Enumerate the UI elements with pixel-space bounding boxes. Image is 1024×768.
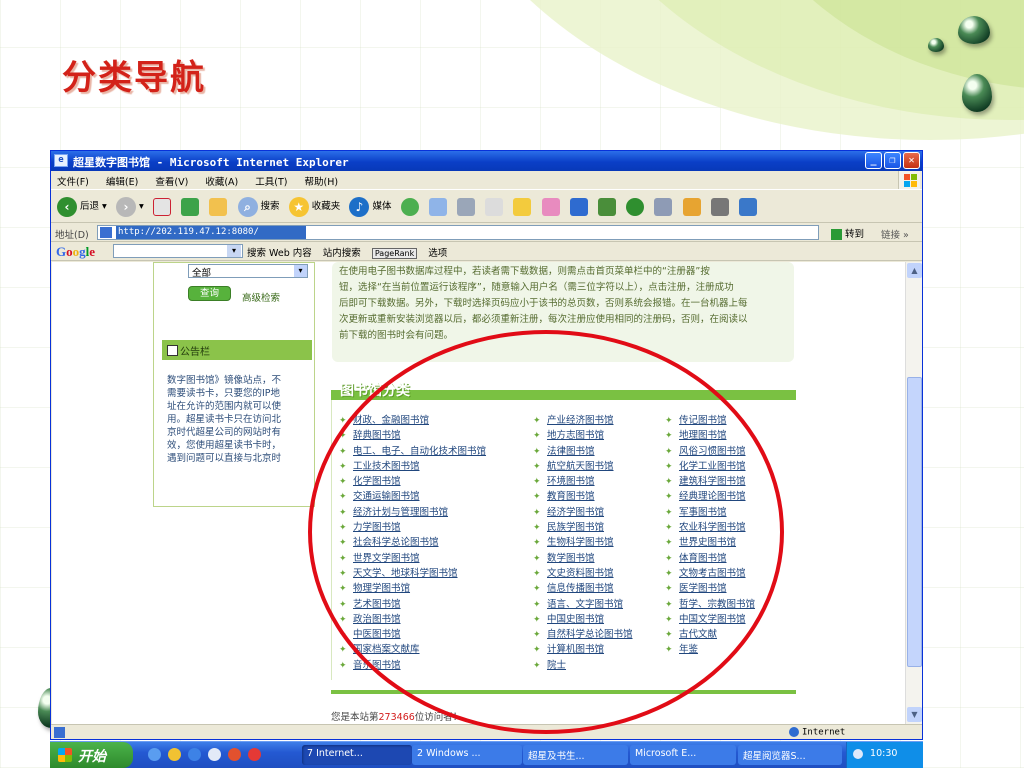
media-icon: ♪ [349,196,370,217]
taskbar-item[interactable]: 2 Windows ... [412,745,522,765]
document-icon[interactable] [710,198,729,216]
taskbar-item[interactable]: 7 Internet... [302,745,412,765]
print-icon[interactable] [457,198,476,216]
vertical-scrollbar[interactable]: ▲ ▼ [905,262,922,724]
links-label[interactable]: 链接 » [881,227,909,241]
stop-icon[interactable] [152,198,171,216]
favorites-button[interactable]: ★ 收藏夹 [288,196,341,218]
scroll-down-icon[interactable]: ▼ [907,707,922,722]
menu-edit[interactable]: 编辑(E) [106,177,138,188]
plugin-icon[interactable] [654,198,673,216]
standard-toolbar: ‹ 后退 ▾ › ▾ ⌕ 搜索 ★ 收藏夹 ♪ 媒体 [51,189,922,223]
qq-quicklaunch-icon[interactable] [168,748,182,761]
google-options[interactable]: 选项 [428,248,447,259]
counter-prefix: 您是本站第 [331,712,379,723]
go-button[interactable]: 转到 [831,226,864,240]
edit-icon[interactable] [485,198,504,216]
media-quicklaunch-icon[interactable] [188,748,202,761]
taskbar-item[interactable]: Microsoft E... [630,745,736,765]
favorites-label: 收藏夹 [311,201,341,212]
address-input[interactable]: http://202.119.47.12:8080/ [97,225,819,240]
search-scope-select[interactable]: 全部 ▾ [188,264,308,279]
menu-view[interactable]: 查看(V) [155,177,188,188]
page-icon [100,227,112,238]
close-button[interactable]: ✕ [903,152,920,169]
windows-logo-icon [898,171,920,189]
advanced-search-link[interactable]: 高级检索 [242,290,280,304]
taskbar-item[interactable]: 超星及书生... [523,745,628,765]
folder-icon[interactable] [513,198,532,216]
minimize-button[interactable]: _ [865,152,882,169]
messenger-icon[interactable] [541,198,560,216]
google-toolbar: Google ▾ 搜索 Web 内容 站内搜索 PageRank 选项 [51,242,922,261]
address-label: 地址(D) [55,230,89,241]
chevron-down-icon: ▾ [294,265,307,277]
tool-icon[interactable] [597,198,616,216]
water-drop-decoration [958,16,990,44]
menu-file[interactable]: 文件(F) [57,177,89,188]
pagerank-indicator: PageRank [371,248,418,259]
search-scope-value: 全部 [192,268,212,279]
refresh-icon[interactable] [181,198,200,216]
water-drop-decoration [928,38,944,52]
search-button[interactable]: ⌕ 搜索 [237,196,280,218]
player-quicklaunch-icon[interactable] [208,748,222,761]
window-title: 超星数字图书馆 - Microsoft Internet Explorer [73,156,349,169]
back-arrow-icon: ‹ [57,196,77,217]
google-search-web[interactable]: 搜索 Web 内容 [247,248,312,259]
star-icon: ★ [288,196,309,217]
qq-icon[interactable] [682,198,701,216]
address-url[interactable]: http://202.119.47.12:8080/ [116,226,306,239]
home-icon[interactable] [209,198,228,216]
menu-favorites[interactable]: 收藏(A) [205,177,238,188]
globe-app-icon[interactable] [626,198,645,216]
ie-quicklaunch-icon[interactable] [148,748,161,761]
chevron-down-icon[interactable]: ▾ [227,245,241,257]
quick-launch [148,748,265,761]
forward-arrow-icon: › [116,196,136,217]
chart-app-icon[interactable] [569,198,588,216]
scroll-up-icon[interactable]: ▲ [907,263,922,278]
slide-title: 分类导航 [62,58,206,98]
notice-board-title: 公告栏 [180,347,210,358]
forward-button[interactable]: › ▾ [116,196,144,218]
page-status-icon [54,727,65,738]
search-icon: ⌕ [237,196,258,217]
google-logo[interactable]: Google [56,244,95,260]
tool-quicklaunch-icon[interactable] [228,748,242,761]
media-label: 媒体 [372,201,392,212]
bookmark-icon[interactable] [738,198,757,216]
system-tray: 10:30 [846,742,923,768]
counter-value: 273466 [378,712,415,723]
mail-icon[interactable] [428,198,447,216]
menu-help[interactable]: 帮助(H) [305,177,339,188]
query-button[interactable]: 查询 [188,286,231,301]
media-button[interactable]: ♪ 媒体 [349,196,391,218]
notice-text: 数字图书馆》镜像站点，不 需要读书卡，只要您的IP地 址在允许的范围内就可以使 … [167,375,282,464]
annotation-ellipse [308,330,784,734]
back-label: 后退 [80,201,100,212]
search-label: 搜索 [260,201,280,212]
google-search-input[interactable] [113,244,243,258]
security-zone: Internet [789,727,845,738]
address-bar: 地址(D) http://202.119.47.12:8080/ 转到 链接 » [51,224,922,242]
window-titlebar[interactable]: e 超星数字图书馆 - Microsoft Internet Explorer … [51,151,922,171]
taskbar-item[interactable]: 超星阅览器S... [738,745,842,765]
google-site-search[interactable]: 站内搜索 [323,248,361,259]
notice-board-header: 公告栏 [162,340,312,360]
history-icon[interactable] [400,198,419,216]
water-drop-decoration [962,74,992,112]
menu-bar: 文件(F) 编辑(E) 查看(V) 收藏(A) 工具(T) 帮助(H) [51,171,922,189]
security-quicklaunch-icon[interactable] [248,748,262,761]
taskbar: 开始 7 Internet... 2 Windows ... 超星及书生... … [50,741,923,768]
back-button[interactable]: ‹ 后退 ▾ [57,196,107,218]
maximize-button[interactable]: ❐ [884,152,901,169]
ie-app-icon: e [54,154,68,167]
menu-tools[interactable]: 工具(T) [255,177,287,188]
scrollbar-thumb[interactable] [907,377,922,667]
network-icon[interactable] [853,748,863,759]
tray-clock[interactable]: 10:30 [870,748,897,759]
start-button[interactable]: 开始 [50,742,133,768]
